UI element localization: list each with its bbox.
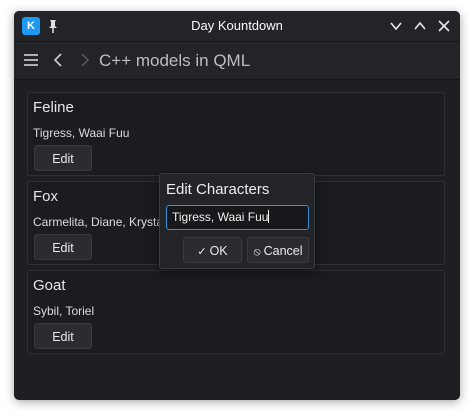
card-characters: Tigress, Waai Fuu (33, 126, 130, 140)
back-icon[interactable] (49, 51, 67, 69)
edit-button[interactable]: Edit (34, 323, 92, 349)
title-bar[interactable]: K Day Kountdown (14, 11, 460, 42)
header-toolbar: C++ models in QML (14, 42, 460, 80)
card-title: Fox (33, 188, 59, 205)
card-title: Goat (33, 277, 66, 294)
card-title: Feline (33, 99, 74, 116)
cancel-icon: ⦸ (253, 246, 261, 258)
app-icon[interactable]: K (22, 17, 40, 35)
cancel-label: Cancel (263, 244, 303, 258)
dialog-title: Edit Characters (166, 181, 270, 198)
hamburger-menu-icon[interactable] (22, 51, 40, 69)
edit-button[interactable]: Edit (34, 234, 92, 260)
card-characters: Sybil, Toriel (33, 304, 95, 318)
card-goat: Goat Sybil, Toriel Edit (27, 270, 445, 354)
ok-label: OK (209, 244, 228, 258)
checkmark-icon: ✓ (197, 246, 207, 258)
maximize-icon[interactable] (412, 18, 428, 34)
ok-button[interactable]: ✓ OK (183, 237, 242, 263)
card-feline: Feline Tigress, Waai Fuu Edit (27, 92, 445, 176)
input-value: Tigress, Waai Fuu (172, 210, 269, 224)
card-characters: Carmelita, Diane, Krysta (33, 215, 164, 229)
edit-characters-dialog: Edit Characters Tigress, Waai Fuu ✓ OK ⦸ C… (159, 173, 315, 269)
edit-button[interactable]: Edit (34, 145, 92, 171)
characters-input[interactable]: Tigress, Waai Fuu (166, 205, 309, 230)
text-caret (268, 210, 270, 223)
forward-icon[interactable] (76, 51, 94, 69)
cancel-button[interactable]: ⦸ Cancel (247, 237, 309, 263)
page-title: C++ models in QML (99, 51, 251, 70)
close-icon[interactable] (436, 18, 452, 34)
minimize-icon[interactable] (388, 18, 404, 34)
pin-icon[interactable] (46, 18, 60, 34)
